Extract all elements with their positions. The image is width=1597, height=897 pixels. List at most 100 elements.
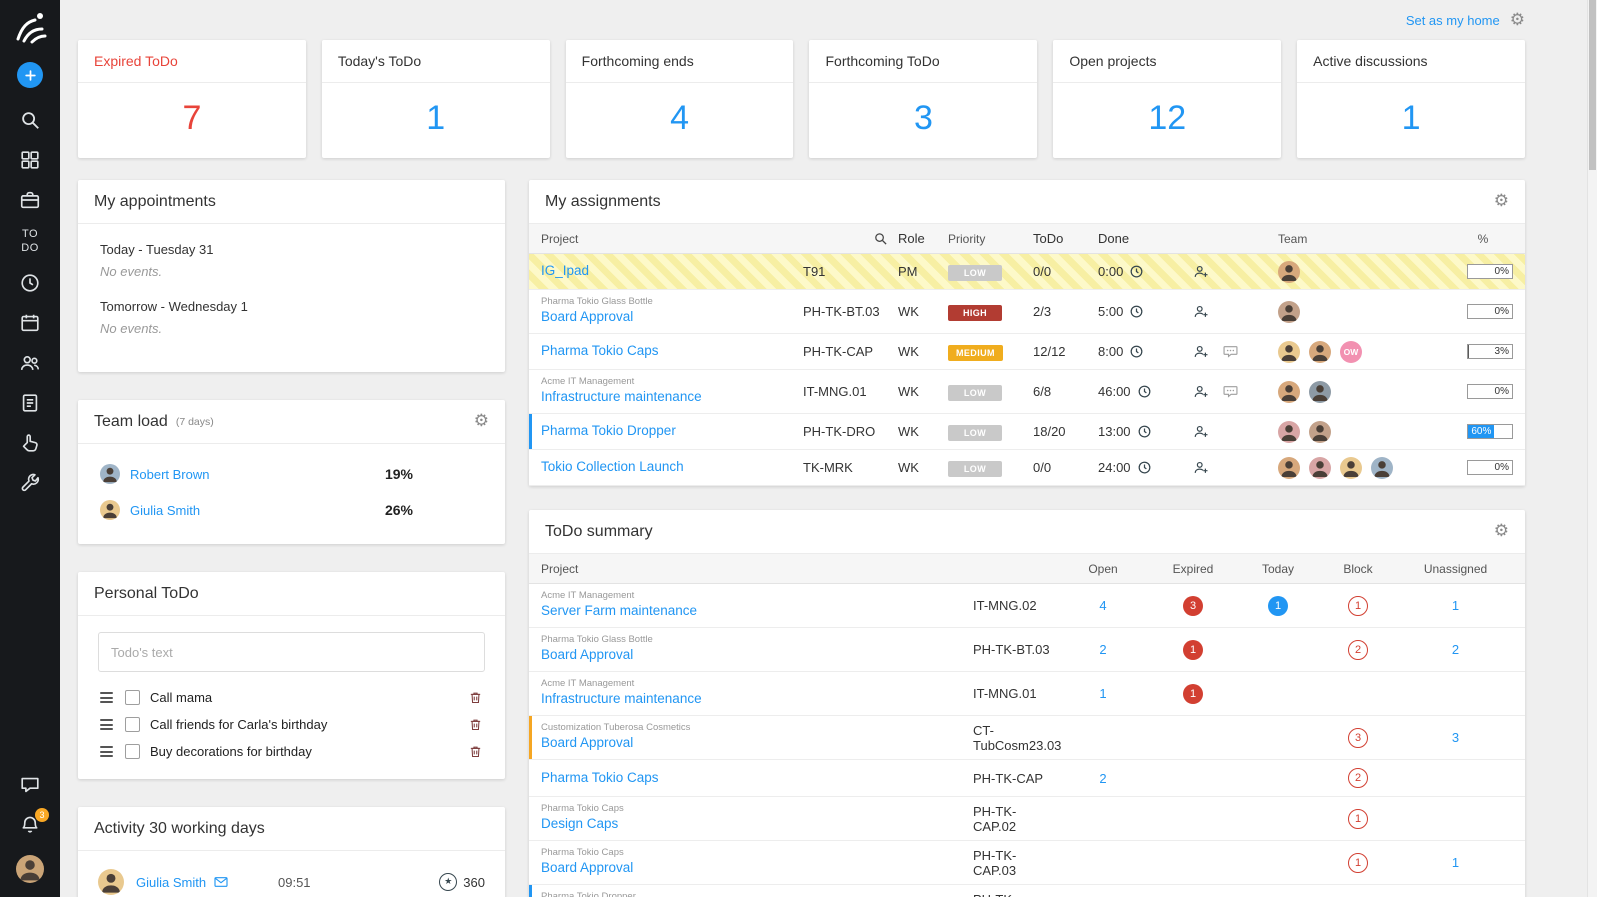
avatar [1309, 421, 1331, 443]
unassigned-count[interactable]: 2 [1452, 642, 1459, 657]
assign-person-icon[interactable] [1193, 459, 1210, 476]
kpi-value: 1 [1297, 83, 1525, 158]
log-time-icon[interactable] [1129, 264, 1144, 279]
trash-icon[interactable] [468, 744, 483, 759]
todo-checkbox[interactable] [125, 744, 140, 759]
unassigned-count[interactable]: 1 [1452, 855, 1459, 870]
unassigned-count[interactable]: 1 [1452, 598, 1459, 613]
documents-icon[interactable] [18, 391, 42, 415]
todo-count: 12/12 [1033, 344, 1098, 359]
open-count[interactable]: 1 [1099, 686, 1106, 701]
expired-badge[interactable]: 1 [1183, 684, 1203, 704]
project-link[interactable]: IG_Ipad [541, 262, 803, 280]
mail-icon[interactable] [213, 874, 229, 890]
unassigned-count[interactable]: 3 [1452, 730, 1459, 745]
project-link[interactable]: Server Farm maintenance [541, 602, 973, 620]
people-icon[interactable] [18, 351, 42, 375]
col-open: Open [1058, 562, 1148, 576]
log-time-icon[interactable] [1137, 424, 1152, 439]
avatar [1278, 381, 1300, 403]
my-assignments-card: My assignments ⚙ Project Role Priority T… [529, 180, 1525, 486]
kpi-open-projects[interactable]: Open projects 12 [1053, 40, 1281, 158]
todo-input[interactable] [98, 632, 485, 672]
approvals-hand-icon[interactable] [18, 431, 42, 455]
project-code: TK-MRK [803, 460, 898, 475]
set-home-link[interactable]: Set as my home [1406, 13, 1500, 28]
notifications-bell-icon[interactable]: 3 [18, 813, 42, 837]
user-link[interactable]: Giulia Smith [136, 875, 206, 890]
block-badge[interactable]: 1 [1348, 596, 1368, 616]
timesheet-clock-icon[interactable] [18, 271, 42, 295]
projects-briefcase-icon[interactable] [18, 188, 42, 212]
member-link[interactable]: Giulia Smith [130, 503, 200, 518]
block-badge[interactable]: 3 [1348, 728, 1368, 748]
assign-person-icon[interactable] [1193, 263, 1210, 280]
todo-checkbox[interactable] [125, 690, 140, 705]
project-link[interactable]: Board Approval [541, 859, 973, 877]
block-badge[interactable]: 1 [1348, 853, 1368, 873]
gear-icon[interactable]: ⚙ [1494, 193, 1509, 210]
search-icon[interactable] [18, 108, 42, 132]
project-link[interactable]: Infrastructure maintenance [541, 690, 973, 708]
kpi-todays-todo[interactable]: Today's ToDo 1 [322, 40, 550, 158]
scrollbar-thumb[interactable] [1589, 0, 1596, 170]
project-link[interactable]: Board Approval [541, 308, 803, 326]
expired-badge[interactable]: 3 [1183, 596, 1203, 616]
assign-person-icon[interactable] [1193, 303, 1210, 320]
chat-icon[interactable] [18, 773, 42, 797]
kpi-expired-todo[interactable]: Expired ToDo 7 [78, 40, 306, 158]
todo-checkbox[interactable] [125, 717, 140, 732]
project-link[interactable]: Tokio Collection Launch [541, 458, 803, 476]
discussion-icon[interactable] [1222, 383, 1239, 400]
log-time-icon[interactable] [1129, 344, 1144, 359]
trash-icon[interactable] [468, 717, 483, 732]
page-settings-gear-icon[interactable]: ⚙ [1510, 12, 1525, 29]
block-badge[interactable]: 1 [1348, 809, 1368, 829]
today-badge[interactable]: 1 [1268, 596, 1288, 616]
drag-handle-icon[interactable] [100, 746, 113, 757]
project-link[interactable]: Pharma Tokio Caps [541, 769, 973, 787]
gear-icon[interactable]: ⚙ [474, 413, 489, 430]
drag-handle-icon[interactable] [100, 692, 113, 703]
sidebar-item-todo[interactable]: TO DO [17, 227, 43, 256]
col-team: Team [1278, 232, 1453, 246]
expired-badge[interactable]: 1 [1183, 640, 1203, 660]
user-avatar[interactable] [16, 855, 44, 883]
project-link[interactable]: Board Approval [541, 646, 973, 664]
app-logo[interactable] [10, 8, 50, 48]
todo-item: Buy decorations for birthday [98, 738, 485, 765]
drag-handle-icon[interactable] [100, 719, 113, 730]
tools-wrench-icon[interactable] [18, 471, 42, 495]
project-search-icon[interactable] [803, 231, 898, 246]
trash-icon[interactable] [468, 690, 483, 705]
log-time-icon[interactable] [1129, 304, 1144, 319]
log-time-icon[interactable] [1137, 460, 1152, 475]
open-count[interactable]: 2 [1099, 642, 1106, 657]
project-link[interactable]: Board Approval [541, 734, 973, 752]
assign-person-icon[interactable] [1193, 383, 1210, 400]
project-link[interactable]: Pharma Tokio Dropper [541, 422, 803, 440]
project-link[interactable]: Infrastructure maintenance [541, 388, 803, 406]
kpi-forthcoming-ends[interactable]: Forthcoming ends 4 [566, 40, 794, 158]
card-title: ToDo summary [545, 523, 653, 541]
block-badge[interactable]: 2 [1348, 768, 1368, 788]
assign-person-icon[interactable] [1193, 423, 1210, 440]
avatar [100, 464, 120, 484]
dashboard-icon[interactable] [18, 148, 42, 172]
kpi-active-discussions[interactable]: Active discussions 1 [1297, 40, 1525, 158]
log-time-icon[interactable] [1137, 384, 1152, 399]
assign-person-icon[interactable] [1193, 343, 1210, 360]
open-count[interactable]: 4 [1099, 598, 1106, 613]
project-link[interactable]: Pharma Tokio Caps [541, 342, 803, 360]
gear-icon[interactable]: ⚙ [1494, 523, 1509, 540]
calendar-icon[interactable] [18, 311, 42, 335]
done-hours: 46:00 [1098, 384, 1131, 399]
open-count[interactable]: 2 [1099, 771, 1106, 786]
kpi-forthcoming-todo[interactable]: Forthcoming ToDo 3 [809, 40, 1037, 158]
block-badge[interactable]: 2 [1348, 640, 1368, 660]
member-link[interactable]: Robert Brown [130, 467, 209, 482]
discussion-icon[interactable] [1222, 343, 1239, 360]
quick-add-button[interactable] [17, 62, 43, 88]
project-link[interactable]: Design Caps [541, 815, 973, 833]
project-code: PH-TK-BT.03 [973, 642, 1058, 657]
